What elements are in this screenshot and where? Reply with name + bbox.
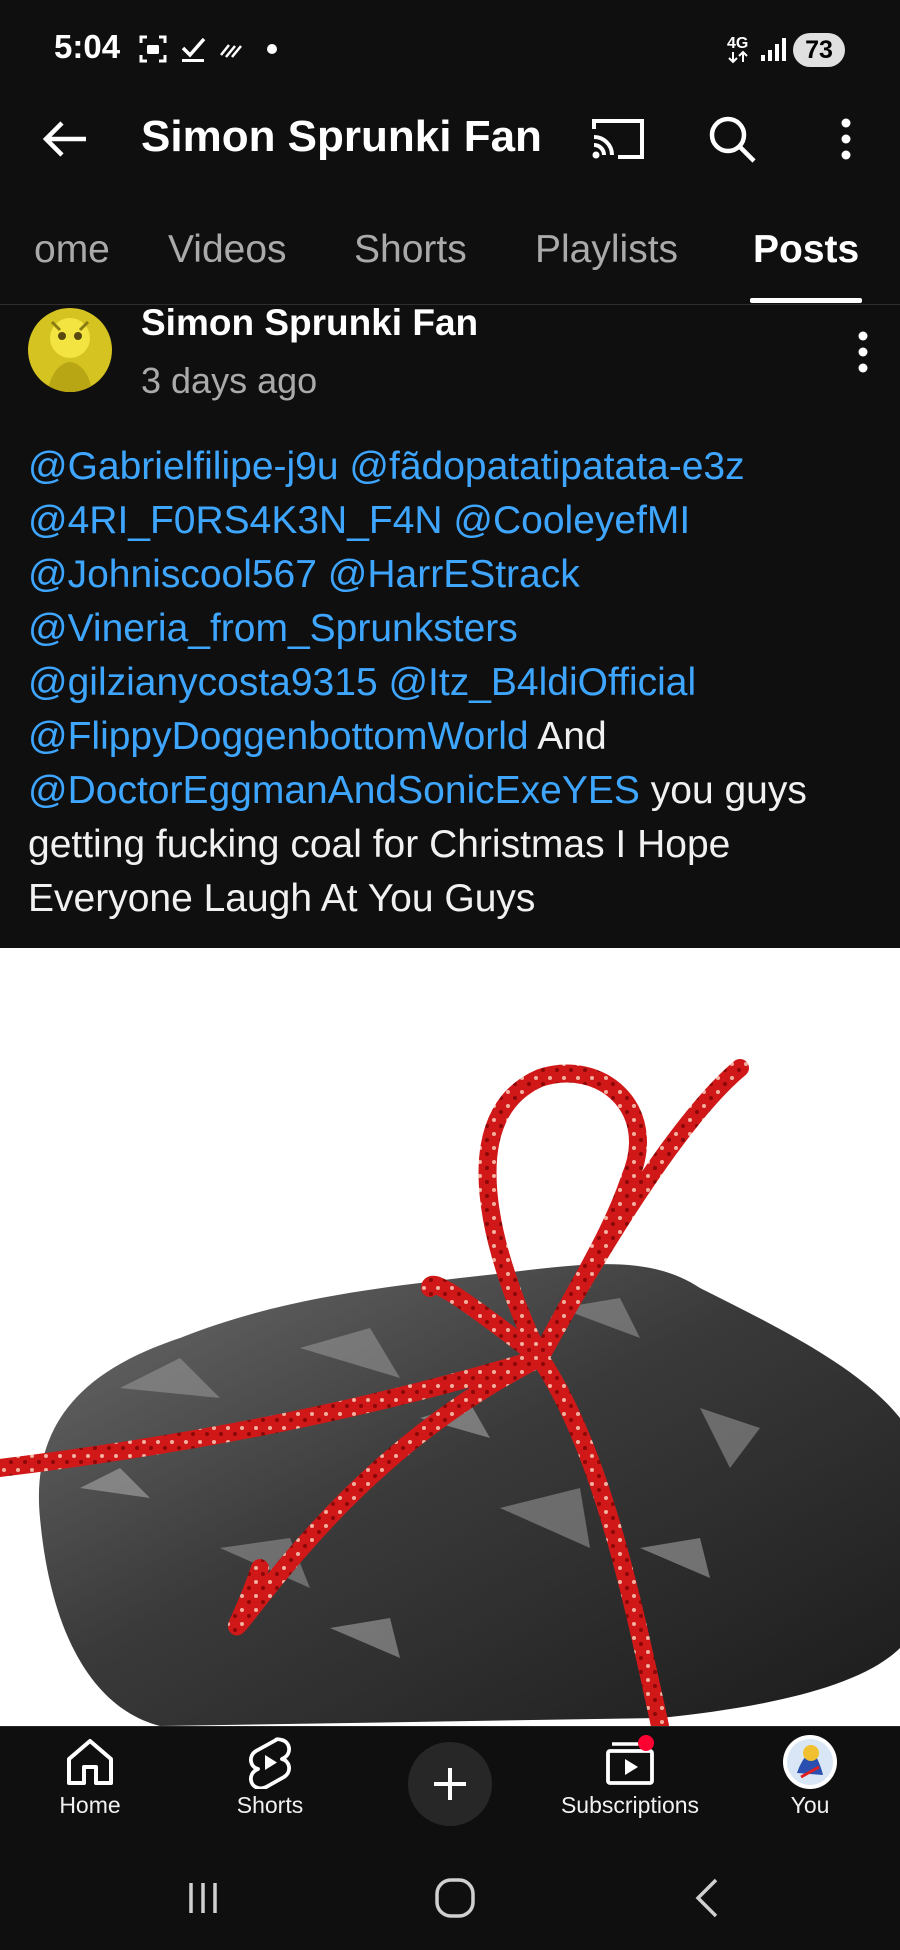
post-image[interactable] bbox=[0, 948, 900, 1726]
mention-link[interactable]: @gilzianycosta9315 @Itz_B4ldiOfficial bbox=[28, 661, 696, 704]
back-arrow-icon bbox=[42, 121, 86, 157]
post-text-segment: Everyone Laugh At You Guys bbox=[28, 877, 536, 920]
recent-apps-button[interactable] bbox=[173, 1866, 233, 1930]
signal-icon bbox=[758, 32, 788, 66]
notification-dot-icon bbox=[262, 32, 282, 66]
check-icon bbox=[178, 32, 208, 66]
plus-icon bbox=[434, 1768, 466, 1800]
post-text: @Gabrielfilipe-j9u @fãdopatatipatata-e3z… bbox=[28, 440, 878, 926]
tab-shorts[interactable]: Shorts bbox=[354, 228, 467, 272]
more-options-button[interactable] bbox=[822, 108, 870, 170]
chevron-left-icon bbox=[695, 1878, 718, 1918]
tab-playlists[interactable]: Playlists bbox=[535, 228, 678, 272]
mention-link[interactable]: @FlippyDoggenbottomWorld bbox=[28, 715, 529, 758]
user-avatar bbox=[781, 1734, 839, 1790]
post-menu-button[interactable] bbox=[848, 322, 878, 382]
active-tab-indicator bbox=[750, 298, 862, 303]
home-system-button[interactable] bbox=[425, 1866, 485, 1930]
tab-posts[interactable]: Posts bbox=[753, 228, 859, 272]
cast-button[interactable] bbox=[586, 108, 650, 170]
battery-indicator: 73 bbox=[793, 33, 845, 67]
recent-apps-icon bbox=[189, 1883, 217, 1913]
post-text-line: @Johniscool567 @HarrEStrack bbox=[28, 548, 878, 602]
back-button[interactable] bbox=[36, 111, 92, 167]
search-button[interactable] bbox=[700, 108, 764, 170]
home-icon bbox=[64, 1734, 116, 1790]
back-system-button[interactable] bbox=[677, 1866, 737, 1930]
nav-shorts-label: Shorts bbox=[236, 1792, 304, 1818]
more-vert-icon bbox=[841, 118, 851, 160]
nav-you-label: You bbox=[790, 1792, 830, 1818]
post-text-line: @gilzianycosta9315 @Itz_B4ldiOfficial bbox=[28, 656, 878, 710]
post-timestamp: 3 days ago bbox=[141, 360, 318, 401]
mention-link[interactable]: @Johniscool567 @HarrEStrack bbox=[28, 553, 580, 596]
post-text-segment: getting fucking coal for Christmas I Hop… bbox=[28, 823, 731, 866]
data-saver-icon bbox=[216, 32, 246, 66]
coal-ribbon-image bbox=[0, 1059, 900, 1726]
nav-home-label: Home bbox=[59, 1792, 121, 1818]
post-text-line: @Gabrielfilipe-j9u @fãdopatatipatata-e3z bbox=[28, 440, 878, 494]
mention-link[interactable]: @DoctorEggmanAndSonicExeYES bbox=[28, 769, 640, 812]
nav-you[interactable]: You bbox=[735, 1734, 885, 1830]
channel-avatar[interactable] bbox=[28, 308, 112, 392]
status-time: 5:04 bbox=[54, 28, 121, 65]
mention-link[interactable]: @Vineria_from_Sprunksters bbox=[28, 607, 518, 650]
mention-link[interactable]: @Gabrielfilipe-j9u @fãdopatatipatata-e3z bbox=[28, 445, 745, 488]
post-text-segment: And bbox=[528, 715, 607, 758]
nav-home[interactable]: Home bbox=[15, 1734, 165, 1830]
tab-videos[interactable]: Videos bbox=[168, 228, 287, 272]
search-icon bbox=[709, 116, 756, 163]
channel-title: Simon Sprunki Fan bbox=[141, 112, 542, 161]
post-text-segment: you guys bbox=[639, 769, 807, 812]
create-button[interactable] bbox=[408, 1742, 492, 1826]
cast-icon bbox=[592, 119, 644, 159]
post-text-line: @FlippyDoggenbottomWorld And bbox=[28, 710, 878, 764]
post-text-line: getting fucking coal for Christmas I Hop… bbox=[28, 818, 878, 872]
post-text-line: @Vineria_from_Sprunksters bbox=[28, 602, 878, 656]
post-text-line: @4RI_F0RS4K3N_F4N @CooleyefMI bbox=[28, 494, 878, 548]
home-circle-icon bbox=[435, 1878, 475, 1918]
post-text-line: Everyone Laugh At You Guys bbox=[28, 872, 878, 926]
svg-text:4G: 4G bbox=[727, 35, 748, 52]
nav-subscriptions[interactable]: Subscriptions bbox=[555, 1734, 705, 1830]
shorts-icon bbox=[246, 1734, 294, 1790]
subscriptions-icon bbox=[602, 1734, 658, 1790]
status-bar: 5:04 4G 73 bbox=[0, 0, 900, 100]
network-4g-icon: 4G bbox=[722, 32, 756, 66]
nav-shorts[interactable]: Shorts bbox=[195, 1734, 345, 1830]
tab-home[interactable]: ome bbox=[34, 228, 110, 272]
post-author[interactable]: Simon Sprunki Fan bbox=[141, 302, 478, 344]
channel-tabs: ome Videos Shorts Playlists Posts bbox=[0, 220, 900, 305]
nav-subscriptions-label: Subscriptions bbox=[560, 1792, 700, 1818]
screenshot-icon bbox=[136, 32, 170, 66]
post-text-line: @DoctorEggmanAndSonicExeYES you guys bbox=[28, 764, 878, 818]
mention-link[interactable]: @4RI_F0RS4K3N_F4N @CooleyefMI bbox=[28, 499, 690, 542]
more-vert-icon bbox=[858, 331, 868, 373]
